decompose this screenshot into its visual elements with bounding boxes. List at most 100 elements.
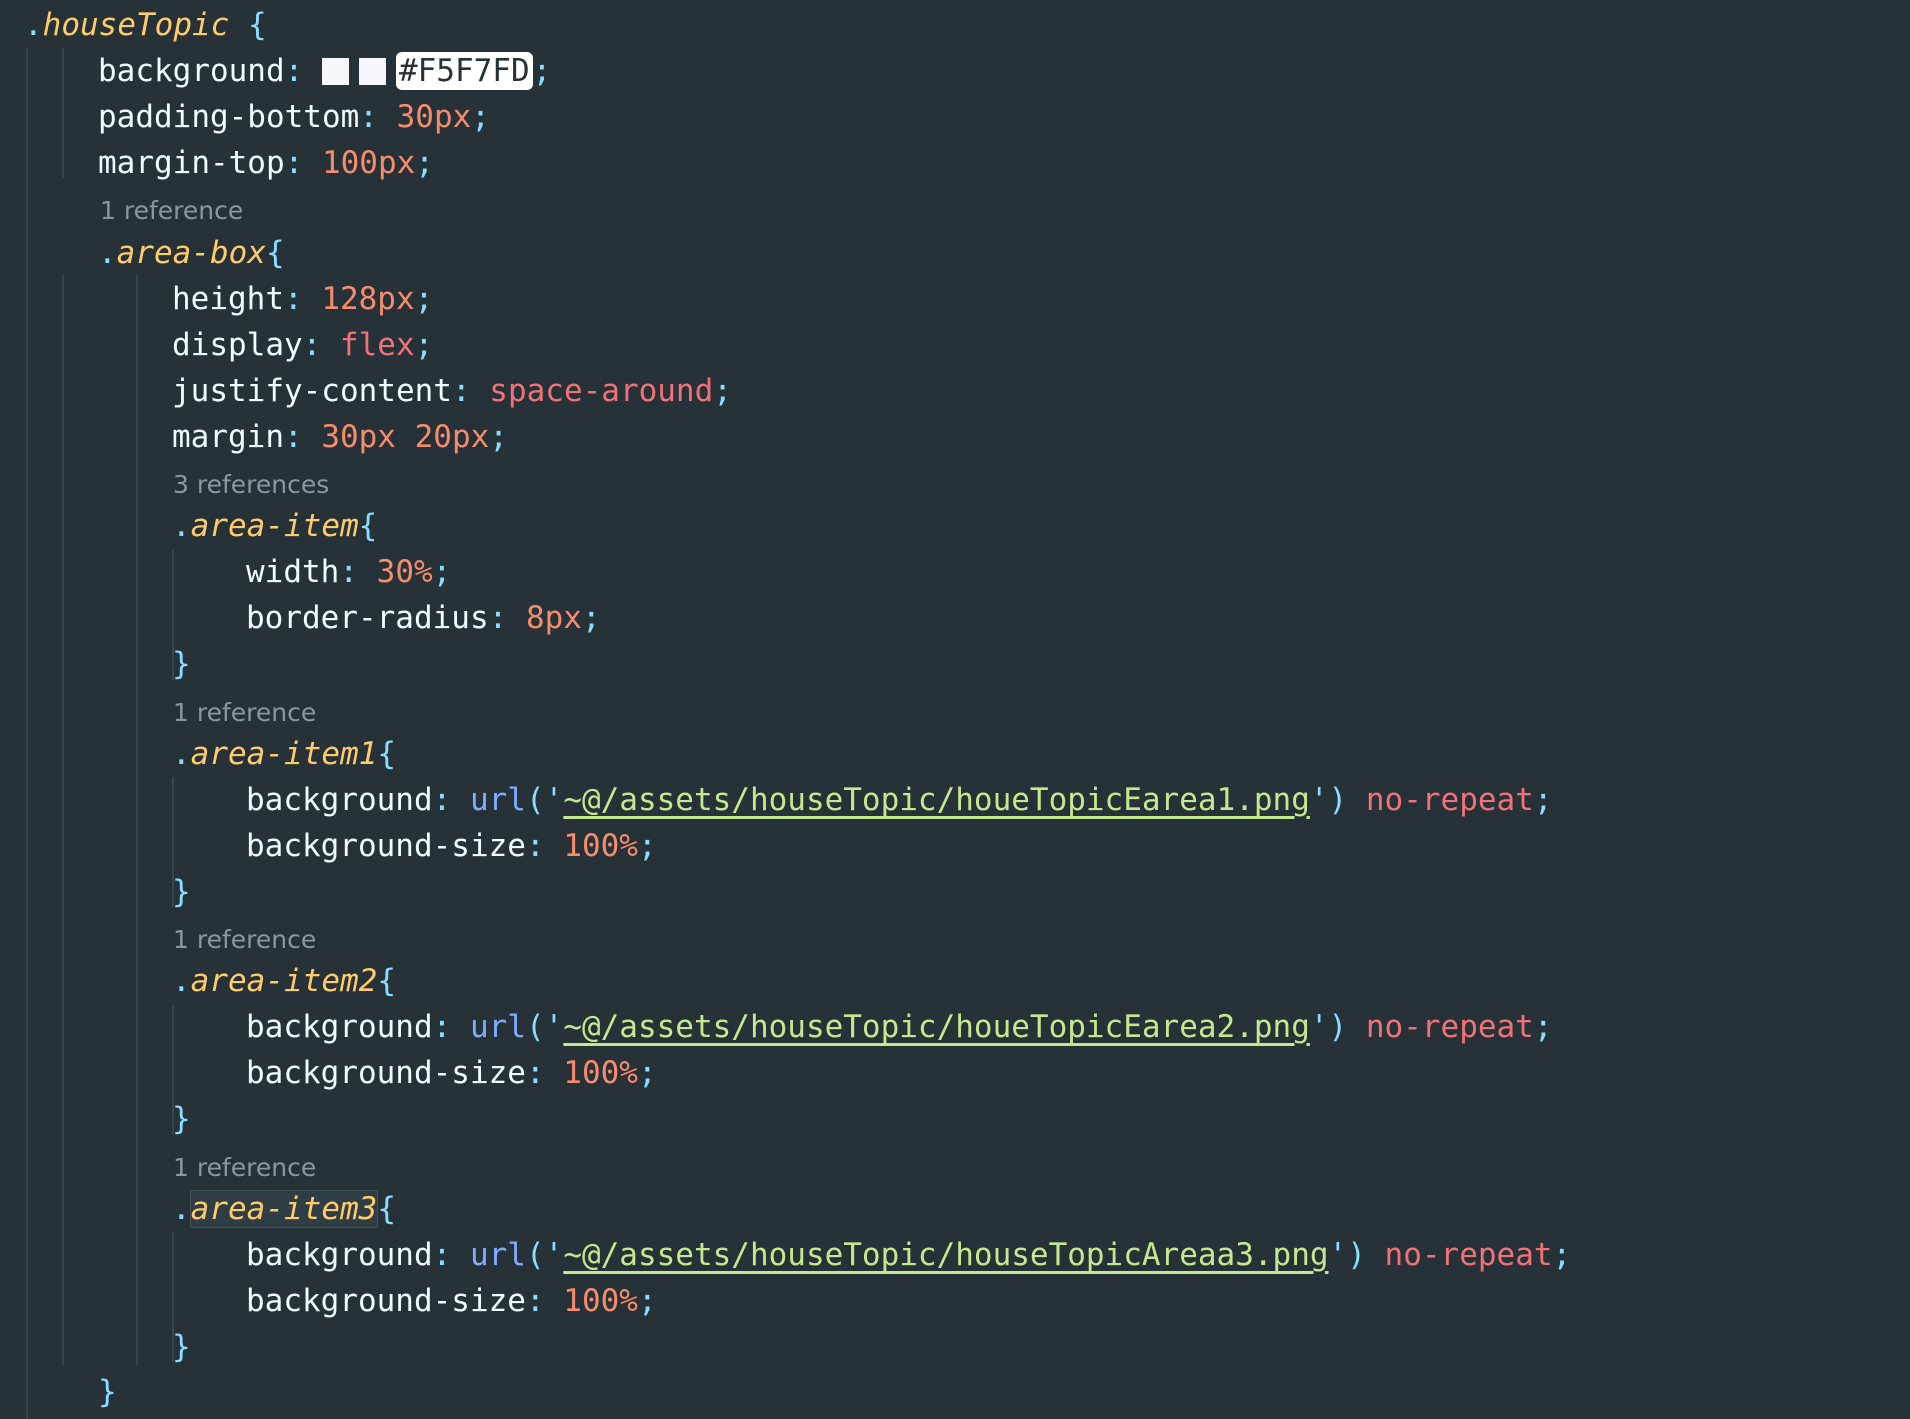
colon: : <box>284 145 322 181</box>
code-line-3[interactable]: padding-bottom: 30px; <box>98 94 490 140</box>
paren-open: ( <box>525 782 545 818</box>
code-line-12[interactable]: border-radius: 8px; <box>246 595 601 641</box>
property-name: background <box>246 1237 433 1273</box>
property-name: padding-bottom <box>98 99 360 135</box>
brace-open: { <box>377 1191 396 1227</box>
asset-path-link[interactable]: ~@/assets/houseTopic/houseTopicAreaa3.pn… <box>563 1237 1328 1273</box>
brace-close: } <box>172 1329 191 1365</box>
code-line-19[interactable]: background: url('~@/assets/houseTopic/ho… <box>246 1004 1553 1050</box>
selector-area-item1: area-item1 <box>190 736 378 772</box>
codelens-references[interactable]: 3 references <box>173 468 329 502</box>
property-name: background-size <box>246 1283 526 1319</box>
color-value-highlight[interactable]: #F5F7FD <box>395 52 533 90</box>
asset-path-link[interactable]: ~@/assets/houseTopic/houeTopicEarea1.png <box>563 782 1310 818</box>
code-line-23[interactable]: background: url('~@/assets/houseTopic/ho… <box>246 1232 1571 1278</box>
property-name: margin-top <box>98 145 285 181</box>
quote: ' <box>544 782 564 818</box>
indent-guide <box>62 48 64 178</box>
code-line-17[interactable]: } <box>172 869 191 915</box>
colon: : <box>432 782 470 818</box>
property-name: background <box>246 1009 433 1045</box>
selector-dot: . <box>24 7 43 43</box>
codelens-references[interactable]: 1 reference <box>100 194 243 228</box>
code-line-7[interactable]: display: flex; <box>172 322 433 368</box>
colon: : <box>302 327 340 363</box>
codelens-references[interactable]: 1 reference <box>173 696 316 730</box>
code-line-9[interactable]: margin: 30px 20px; <box>172 414 508 460</box>
code-line-15[interactable]: background: url('~@/assets/houseTopic/ho… <box>246 777 1553 823</box>
semicolon: ; <box>637 1283 657 1319</box>
colon: : <box>451 373 490 409</box>
property-value: 128px <box>321 281 415 317</box>
selector-area-box: area-box <box>116 235 266 271</box>
brace-open: { <box>377 736 396 772</box>
selector-dot: . <box>172 508 191 544</box>
quote: ' <box>544 1237 564 1273</box>
brace-open: { <box>358 508 378 544</box>
code-line-6[interactable]: height: 128px; <box>172 276 433 322</box>
property-value: 100% <box>563 1283 638 1319</box>
brace-open: { <box>377 963 396 999</box>
color-swatch-icon[interactable] <box>358 58 386 85</box>
selector-area-item2: area-item2 <box>190 963 378 999</box>
color-swatch-icon[interactable] <box>321 58 349 85</box>
semicolon: ; <box>532 53 552 89</box>
semicolon: ; <box>1533 1009 1553 1045</box>
code-line-14[interactable]: .area-item1{ <box>172 731 396 777</box>
code-line-2[interactable]: background: #F5F7FD; <box>98 48 551 94</box>
indent-guide <box>62 275 64 1365</box>
property-name: background <box>246 782 433 818</box>
property-value: flex <box>339 327 415 363</box>
code-line-22[interactable]: .area-item3{ <box>172 1186 396 1232</box>
selector-dot: . <box>172 736 191 772</box>
property-value: 100% <box>563 828 638 864</box>
selector-dot: . <box>172 1191 191 1227</box>
code-line-16[interactable]: background-size: 100%; <box>246 823 657 869</box>
property-name: background <box>98 53 285 89</box>
property-name: width <box>246 554 340 590</box>
colon: : <box>283 281 322 317</box>
colon: : <box>359 99 397 135</box>
selector-dot: . <box>172 963 191 999</box>
code-editor[interactable]: .houseTopic { background: #F5F7FD; paddi… <box>0 0 1910 1419</box>
brace-open: { <box>229 7 267 43</box>
colon: : <box>283 419 322 455</box>
code-line-1[interactable]: .houseTopic { <box>24 2 267 48</box>
quote: ' <box>1328 1237 1348 1273</box>
code-line-25[interactable]: } <box>172 1324 191 1370</box>
code-line-11[interactable]: width: 30%; <box>246 549 451 595</box>
code-line-24[interactable]: background-size: 100%; <box>246 1278 657 1324</box>
asset-path-link[interactable]: ~@/assets/houseTopic/houeTopicEarea2.png <box>563 1009 1310 1045</box>
url-function: url <box>469 782 526 818</box>
colon: : <box>525 1283 564 1319</box>
code-line-4[interactable]: margin-top: 100px; <box>98 140 434 186</box>
codelens-references[interactable]: 1 reference <box>173 923 316 957</box>
paren-close: ) <box>1328 782 1348 818</box>
colon: : <box>432 1237 470 1273</box>
brace-close: } <box>172 646 191 682</box>
code-line-18[interactable]: .area-item2{ <box>172 958 396 1004</box>
colon: : <box>339 554 377 590</box>
brace-close: } <box>172 1101 191 1137</box>
brace-close: } <box>98 1374 117 1410</box>
quote: ' <box>1309 1009 1329 1045</box>
code-line-5[interactable]: .area-box{ <box>98 230 285 276</box>
code-line-26[interactable]: } <box>98 1369 117 1415</box>
semicolon: ; <box>1552 1237 1572 1273</box>
url-function: url <box>469 1009 526 1045</box>
brace-open: { <box>265 235 285 271</box>
selector-housetopic: houseTopic <box>42 7 230 43</box>
code-line-20[interactable]: background-size: 100%; <box>246 1050 657 1096</box>
code-line-10[interactable]: .area-item{ <box>172 503 377 549</box>
semicolon: ; <box>415 145 434 181</box>
property-value: no-repeat <box>1384 1237 1553 1273</box>
semicolon: ; <box>471 99 490 135</box>
code-line-8[interactable]: justify-content: space-around; <box>172 368 732 414</box>
colon: : <box>284 53 322 89</box>
colon: : <box>525 828 564 864</box>
codelens-references[interactable]: 1 reference <box>173 1151 316 1185</box>
property-value: no-repeat <box>1365 1009 1534 1045</box>
code-line-13[interactable]: } <box>172 641 191 687</box>
property-name: background-size <box>246 828 526 864</box>
code-line-21[interactable]: } <box>172 1096 191 1142</box>
